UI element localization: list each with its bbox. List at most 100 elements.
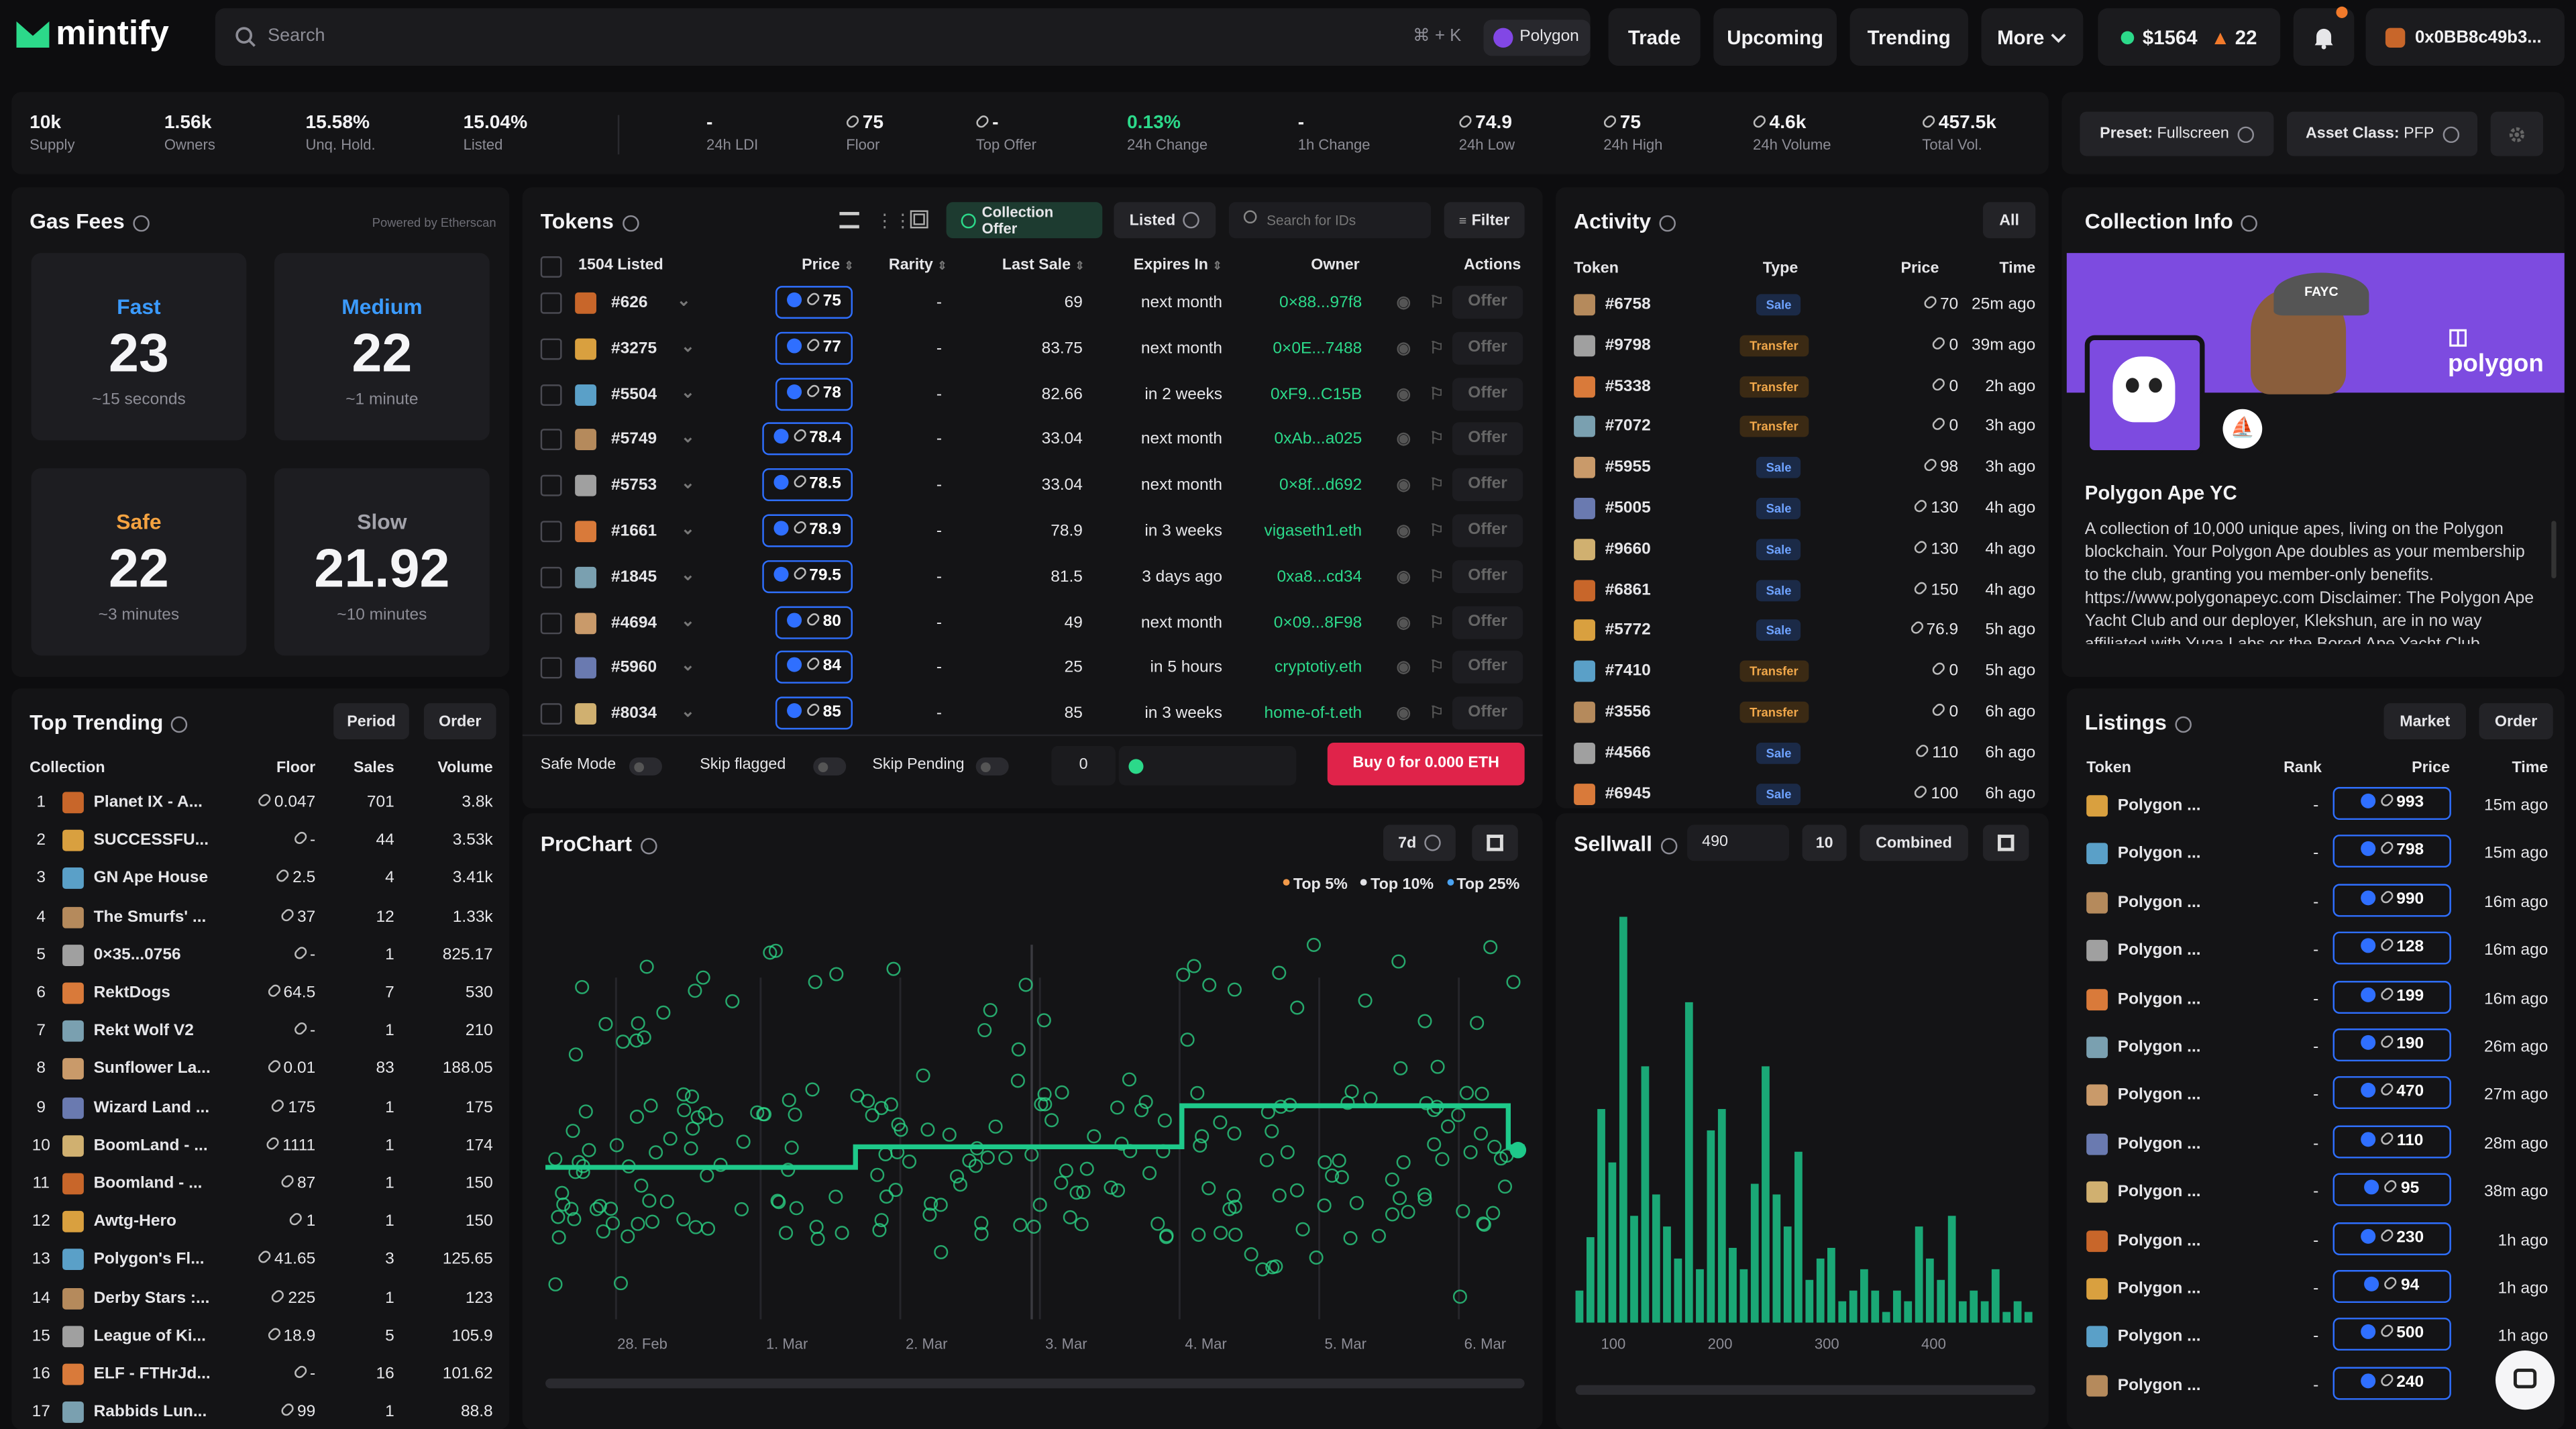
chevron-down-icon[interactable]: ⌄ (681, 566, 695, 584)
sale-point[interactable] (1290, 1000, 1305, 1015)
sale-point[interactable] (789, 1201, 804, 1216)
sale-point[interactable] (598, 1016, 613, 1031)
sellwall-bar[interactable] (1652, 1194, 1660, 1323)
sale-point[interactable] (688, 984, 702, 998)
sellwall-bar[interactable] (1805, 1279, 1814, 1323)
token-checkbox[interactable] (540, 703, 562, 725)
slider-handle[interactable] (1128, 759, 1144, 774)
sale-point[interactable] (1195, 1129, 1210, 1144)
sale-point[interactable] (1295, 1222, 1310, 1236)
chevron-down-icon[interactable]: ⌄ (677, 293, 691, 311)
sale-point[interactable] (1079, 1161, 1094, 1176)
sale-point[interactable] (575, 980, 590, 994)
sale-point[interactable] (686, 1121, 700, 1136)
sale-point[interactable] (1193, 1138, 1208, 1153)
sale-point[interactable] (589, 1202, 604, 1216)
sale-point[interactable] (1441, 1119, 1456, 1134)
sale-point[interactable] (861, 1094, 875, 1108)
gas-card-fast[interactable]: Fast 23 ~15 seconds (31, 253, 247, 441)
token-checkbox[interactable] (540, 521, 562, 543)
sale-point[interactable] (548, 1277, 563, 1291)
offer-button[interactable]: Offer (1452, 331, 1523, 365)
offer-button[interactable]: Offer (1452, 286, 1523, 319)
token-price-button[interactable]: 85 (775, 696, 853, 730)
chevron-circle-icon[interactable] (640, 837, 657, 854)
legend-item[interactable]: Top 5% (1283, 876, 1348, 894)
listing-price-button[interactable]: 500 (2332, 1318, 2451, 1352)
sale-point[interactable] (810, 1232, 825, 1247)
sellwall-bar[interactable] (1871, 1290, 1880, 1323)
sale-point[interactable] (1401, 1204, 1415, 1219)
flag-icon[interactable]: ⚐ (1430, 339, 1444, 358)
sale-point[interactable] (1259, 1153, 1274, 1167)
chevron-down-icon[interactable]: ⌄ (681, 475, 695, 493)
sale-point[interactable] (983, 1003, 998, 1018)
flag-icon[interactable]: ⚐ (1430, 659, 1444, 678)
sale-point[interactable] (942, 1127, 957, 1142)
sale-point[interactable] (566, 1124, 580, 1139)
sale-point[interactable] (1202, 977, 1217, 992)
sellwall-bar[interactable] (1630, 1216, 1638, 1323)
sale-point[interactable] (1435, 1152, 1450, 1167)
sellwall-bar[interactable] (1762, 1066, 1770, 1323)
sale-point[interactable] (700, 1221, 716, 1236)
token-checkbox[interactable] (540, 566, 562, 588)
sale-point[interactable] (1486, 1206, 1501, 1220)
sellwall-bar[interactable] (1772, 1194, 1781, 1323)
search-bar[interactable]: Search ⌘ + K Polygon (215, 8, 1591, 66)
sale-point[interactable] (1191, 1227, 1206, 1242)
flag-icon[interactable]: ⚐ (1430, 614, 1444, 632)
chain-selector[interactable]: Polygon (1483, 19, 1591, 56)
notifications-button[interactable] (2293, 6, 2355, 66)
sellwall-bar[interactable] (2024, 1312, 2033, 1323)
token-price-button[interactable]: 78.4 (761, 423, 853, 456)
sale-point[interactable] (784, 1141, 799, 1155)
listing-price-button[interactable]: 94 (2332, 1270, 2451, 1304)
sale-point[interactable] (886, 961, 901, 976)
chart-scrollbar[interactable] (545, 1378, 1525, 1389)
flag-icon[interactable]: ⚐ (1430, 386, 1444, 404)
sellwall-bar[interactable] (1783, 1226, 1792, 1323)
eye-icon[interactable]: ◉ (1397, 659, 1411, 678)
chevron-down-icon[interactable]: ⌄ (681, 612, 695, 630)
sellwall-bar[interactable] (1597, 1109, 1605, 1323)
sellwall-bar[interactable] (1684, 1002, 1693, 1323)
listing-price-button[interactable]: 230 (2332, 1222, 2451, 1255)
token-checkbox[interactable] (540, 475, 562, 497)
sale-point[interactable] (1306, 937, 1321, 952)
gas-card-slow[interactable]: Slow 21.92 ~10 minutes (274, 468, 490, 656)
chevron-down-icon[interactable]: ⌄ (681, 704, 695, 722)
sale-point[interactable] (582, 1143, 596, 1157)
sale-point[interactable] (578, 1104, 593, 1119)
sale-point[interactable] (698, 1106, 712, 1120)
sellwall-bar[interactable] (1696, 1269, 1704, 1323)
sale-point[interactable] (829, 967, 844, 982)
listing-price-button[interactable]: 190 (2332, 1028, 2451, 1062)
sellwall-bar[interactable] (1904, 1301, 1913, 1323)
sellwall-bar[interactable] (1892, 1290, 1901, 1323)
sale-point[interactable] (1227, 1126, 1242, 1141)
list-view-icon[interactable] (839, 211, 859, 229)
sellwall-plot[interactable]: 100 200 300 400 (1556, 879, 2049, 1429)
preset-selector[interactable]: Preset: Fullscreen (2080, 111, 2274, 156)
listed-button[interactable]: Listed (1114, 202, 1216, 239)
token-price-button[interactable]: 79.5 (761, 560, 853, 593)
range-selector[interactable]: 7d (1383, 825, 1456, 861)
sale-point[interactable] (1244, 1247, 1258, 1262)
filter-button[interactable]: ≡ Filter (1444, 202, 1525, 239)
listing-price-button[interactable]: 199 (2332, 980, 2451, 1014)
sale-point[interactable] (1483, 940, 1498, 955)
sale-point[interactable] (629, 1033, 644, 1048)
chevron-circle-icon[interactable] (622, 214, 639, 231)
gas-card-safe[interactable]: Safe 22 ~3 minutes (31, 468, 247, 656)
col-price[interactable]: Price ⇕ (802, 256, 854, 274)
sale-point[interactable] (1289, 1183, 1305, 1198)
eye-icon[interactable]: ◉ (1397, 614, 1411, 632)
sellwall-bar[interactable] (1663, 1226, 1671, 1323)
offer-button[interactable]: Offer (1452, 651, 1523, 684)
sale-point[interactable] (688, 1220, 703, 1234)
chevron-down-icon[interactable]: ⌄ (681, 338, 695, 356)
sale-point[interactable] (1122, 1072, 1136, 1087)
sale-point[interactable] (998, 1151, 1013, 1165)
sale-point[interactable] (684, 1141, 698, 1156)
